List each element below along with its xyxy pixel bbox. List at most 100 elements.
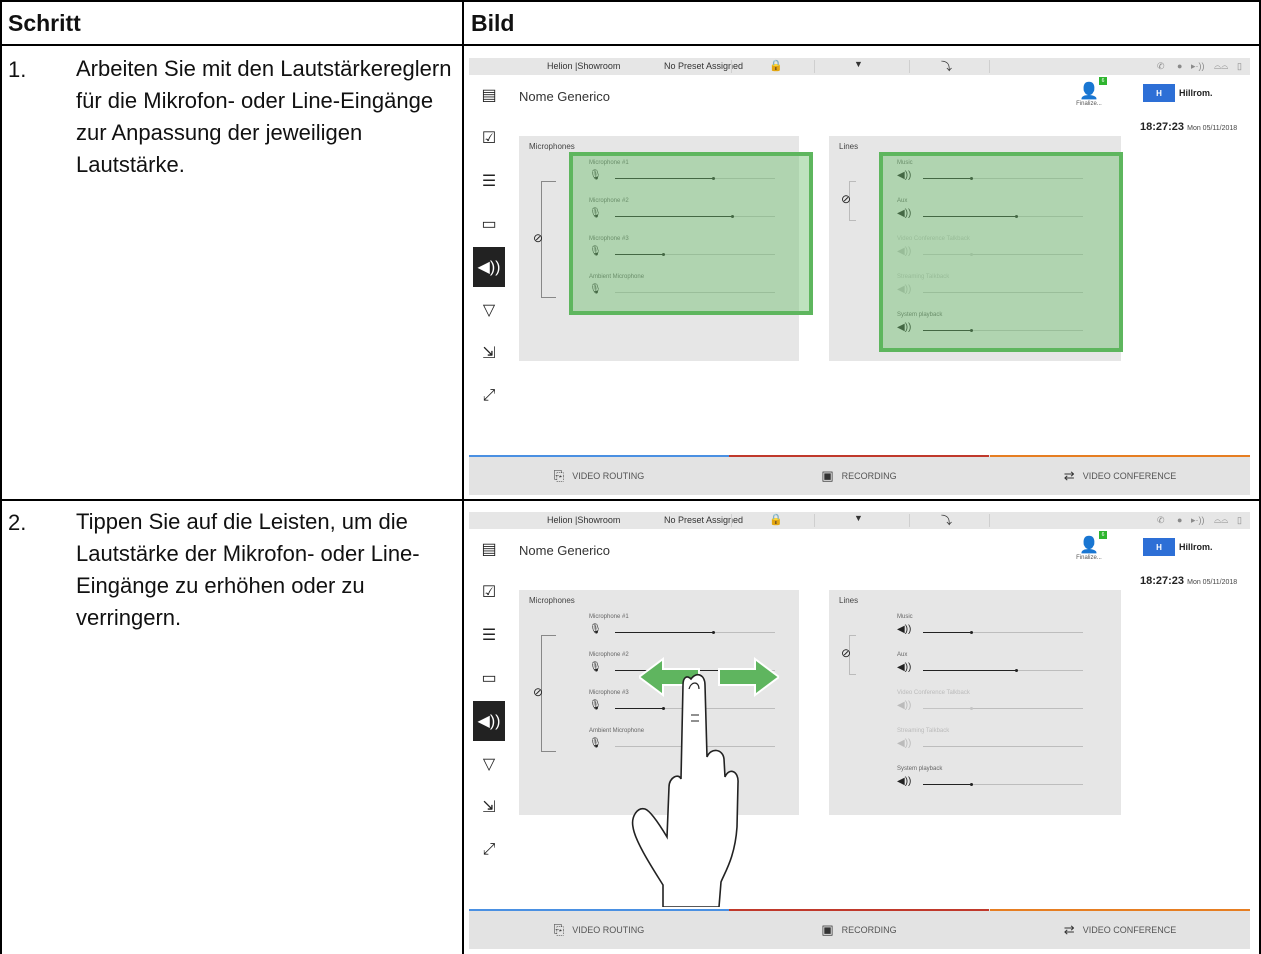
sidebar: ▤ ☑ ☰ ▭ ◀)) ▽ ⇲ ⤢ <box>469 75 509 455</box>
microphones-highlight <box>569 152 813 315</box>
microphone-icon[interactable]: 🎙 <box>589 738 602 749</box>
line-label: System playback <box>897 766 943 772</box>
clock-time: 18:27:23 <box>1140 121 1185 133</box>
finalize-button[interactable]: 👤 6 Finalize... <box>1069 531 1109 571</box>
clock-date: Mon 05/11/2018 <box>1187 579 1238 586</box>
slider-knob[interactable] <box>712 631 715 634</box>
brand-logo-mark: H <box>1143 84 1175 102</box>
tab-recording[interactable]: ▣ RECORDING <box>729 909 989 949</box>
microphones-title: Microphones <box>529 142 575 151</box>
notification-badge: 6 <box>1099 531 1107 539</box>
patient-card-icon[interactable]: ▤ <box>473 529 505 569</box>
step-text-1: Arbeiten Sie mit den Lautstärkereglern f… <box>76 56 452 177</box>
audio-content: Microphones Microphone #1 🎙 Microphone #2 🎙… <box>509 117 1250 455</box>
mic-mute-icon[interactable]: ⊘ <box>533 685 543 699</box>
screens-icon[interactable]: ▭ <box>473 204 505 244</box>
slider-knob[interactable] <box>970 783 973 786</box>
surgical-light-icon[interactable]: ▽ <box>473 290 505 330</box>
table-border-left <box>0 0 2 954</box>
layers-icon[interactable]: ☰ <box>473 615 505 655</box>
slider-fill <box>615 631 713 633</box>
table-icon[interactable]: ⇲ <box>473 333 505 373</box>
finalize-label: Finalize... <box>1076 101 1102 107</box>
audio-out-icon: ▸·)) <box>1191 61 1205 71</box>
finalize-button[interactable]: 👤 6 Finalize... <box>1069 77 1109 117</box>
microphones-panel: Microphones Microphone #1 🎙 Microphone #2 🎙… <box>519 136 813 361</box>
chevron-down-icon[interactable]: ▼ <box>854 513 863 523</box>
status-bar: Helion |Showroom No Preset Assigned 🔒 ▼ … <box>469 58 1250 75</box>
speaker-icon: ◀)) <box>897 738 912 749</box>
lines-panel: Lines Music ◀)) Aux ◀)) Video Conference Tal… <box>829 136 1123 361</box>
status-bar: Helion |Showroom No Preset Assigned 🔒 ▼ … <box>469 512 1250 529</box>
slider-knob[interactable] <box>1015 669 1018 672</box>
clock-date: Mon 05/11/2018 <box>1187 125 1238 132</box>
brand-name: Hillrom. <box>1179 88 1213 98</box>
phone-icon: ✆ <box>1157 515 1165 525</box>
line-mute-icon[interactable]: ⊘ <box>841 646 851 660</box>
mic-mute-icon[interactable]: ⊘ <box>533 231 543 245</box>
slider-fill <box>923 631 971 633</box>
mic-label: Microphone #2 <box>589 652 629 658</box>
clock: 18:27:23 Mon 05/11/2018 <box>1140 121 1237 133</box>
tab-label: VIDEO CONFERENCE <box>1082 925 1177 935</box>
surgical-light-icon[interactable]: ▽ <box>473 744 505 784</box>
video-conference-icon: ⇄ <box>1063 468 1075 483</box>
phone-icon: ✆ <box>1157 61 1165 71</box>
tab-recording[interactable]: ▣ RECORDING <box>729 455 989 495</box>
microphones-title: Microphones <box>529 596 575 605</box>
line-label: Streaming Talkback <box>897 728 950 734</box>
camera-move-icon[interactable]: ⤢ <box>473 830 505 870</box>
audio-icon[interactable]: ◀)) <box>473 247 505 287</box>
audio-icon[interactable]: ◀)) <box>473 701 505 741</box>
microphone-icon[interactable]: 🎙 <box>589 700 602 711</box>
lines-title: Lines <box>839 142 859 151</box>
table-border-header <box>0 44 1261 46</box>
page-title: Nome Generico <box>519 543 611 558</box>
page-title: Nome Generico <box>519 89 611 104</box>
glasses-icon: ⌓⌓ <box>1214 515 1229 525</box>
line-label: Aux <box>897 652 908 658</box>
checklist-icon[interactable]: ☑ <box>473 118 505 158</box>
lock-icon[interactable]: 🔒 <box>769 513 783 526</box>
mic-group-bracket <box>541 635 556 752</box>
brand-name: Hillrom. <box>1179 542 1213 552</box>
microphone-icon[interactable]: 🎙 <box>589 662 602 673</box>
step-number-1: 1. <box>8 57 27 82</box>
bottom-tabs: ⎘ VIDEO ROUTING ▣ RECORDING ⇄ VIDEO CONFERENC… <box>469 909 1250 949</box>
chevron-down-icon[interactable]: ▼ <box>854 59 863 69</box>
table-icon[interactable]: ⇲ <box>473 787 505 827</box>
lines-title: Lines <box>839 596 859 605</box>
speaker-icon[interactable]: ◀)) <box>897 776 911 787</box>
record-dot-icon: ● <box>1177 515 1183 525</box>
line-mute-icon[interactable]: ⊘ <box>841 192 851 206</box>
transfer-icon[interactable]: ⤵ <box>941 58 952 74</box>
header-row: Nome Generico 👤 6 Finalize... H Hillrom. <box>509 75 1250 117</box>
clock-time: 18:27:23 <box>1140 575 1185 587</box>
tab-label: RECORDING <box>841 471 897 481</box>
microphone-icon[interactable]: 🎙 <box>589 624 602 635</box>
layers-icon[interactable]: ☰ <box>473 161 505 201</box>
slider-track <box>923 746 1083 747</box>
transfer-icon[interactable]: ⤵ <box>941 512 952 528</box>
camera-move-icon[interactable]: ⤢ <box>473 376 505 416</box>
slider-knob[interactable] <box>970 631 973 634</box>
lock-icon[interactable]: 🔒 <box>769 59 783 72</box>
mic-group-bracket <box>541 181 556 298</box>
patient-card-icon[interactable]: ▤ <box>473 75 505 115</box>
location-label: Helion |Showroom <box>547 61 621 71</box>
table-border-top <box>0 0 1261 2</box>
speaker-icon[interactable]: ◀)) <box>897 662 911 673</box>
tab-label: RECORDING <box>841 925 897 935</box>
speaker-icon[interactable]: ◀)) <box>897 624 911 635</box>
finalize-label: Finalize... <box>1076 555 1102 561</box>
tab-video-routing[interactable]: ⎘ VIDEO ROUTING <box>469 909 729 949</box>
audio-screen-screenshot-1: Helion |Showroom No Preset Assigned 🔒 ▼ … <box>469 58 1250 495</box>
screens-icon[interactable]: ▭ <box>473 658 505 698</box>
checklist-icon[interactable]: ☑ <box>473 572 505 612</box>
recording-icon: ▣ <box>821 922 834 937</box>
brand-logo-mark: H <box>1143 538 1175 556</box>
tab-video-conference[interactable]: ⇄ VIDEO CONFERENCE <box>990 909 1250 949</box>
bottom-tabs: ⎘ VIDEO ROUTING ▣ RECORDING ⇄ VIDEO CONFERENC… <box>469 455 1250 495</box>
tab-video-routing[interactable]: ⎘ VIDEO ROUTING <box>469 455 729 495</box>
tab-video-conference[interactable]: ⇄ VIDEO CONFERENCE <box>990 455 1250 495</box>
